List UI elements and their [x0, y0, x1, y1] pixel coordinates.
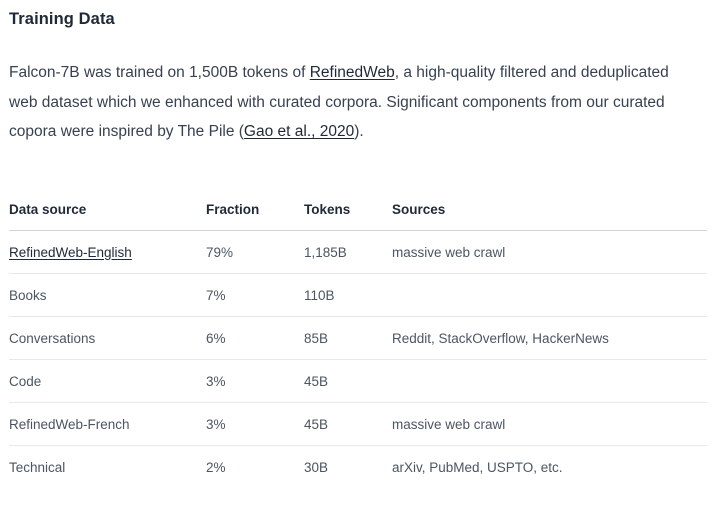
table-header-row: Data source Fraction Tokens Sources — [9, 188, 707, 231]
page: Training Data Falcon-7B was trained on 1… — [0, 0, 716, 517]
cell-fraction: 79% — [206, 230, 304, 274]
table-row: Technical 2% 30B arXiv, PubMed, USPTO, e… — [9, 446, 707, 489]
cell-sources: Reddit, StackOverflow, HackerNews — [392, 316, 707, 360]
citation-link[interactable]: Gao et al., 2020 — [244, 123, 354, 140]
section-title: Training Data — [9, 10, 115, 28]
table-row: Conversations 6% 85B Reddit, StackOverfl… — [9, 316, 707, 360]
table-row: RefinedWeb-English 79% 1,185B massive we… — [9, 230, 707, 274]
cell-tokens: 45B — [304, 402, 392, 446]
intro-paragraph: Falcon-7B was trained on 1,500B tokens o… — [9, 58, 699, 147]
cell-sources — [392, 359, 707, 403]
cell-sources: massive web crawl — [392, 402, 707, 446]
header-data-source: Data source — [9, 188, 206, 231]
cell-sources — [392, 273, 707, 317]
table-row: Code 3% 45B — [9, 359, 707, 403]
cell-fraction: 3% — [206, 402, 304, 446]
cell-source: RefinedWeb-French — [9, 402, 206, 446]
cell-sources: massive web crawl — [392, 230, 707, 274]
cell-tokens: 45B — [304, 359, 392, 403]
intro-text-1: Falcon-7B was trained on 1,500B tokens o… — [9, 64, 310, 81]
header-fraction: Fraction — [206, 188, 304, 231]
cell-fraction: 7% — [206, 273, 304, 317]
cell-tokens: 30B — [304, 459, 329, 475]
cell-source: Code — [9, 359, 206, 403]
cell-tokens: 85B — [304, 316, 392, 360]
refinedweb-english-link[interactable]: RefinedWeb-English — [9, 245, 132, 260]
intro-text-3: ). — [354, 123, 364, 140]
cell-tokens: 1,185B — [304, 230, 392, 274]
cell-tokens: 110B — [304, 273, 392, 317]
cell-fraction: 6% — [206, 316, 304, 360]
cell-fraction: 2% — [206, 459, 226, 475]
table-row: RefinedWeb-French 3% 45B massive web cra… — [9, 402, 707, 446]
header-tokens: Tokens — [304, 188, 392, 231]
cell-source: Technical — [9, 459, 66, 475]
header-sources: Sources — [392, 188, 707, 231]
cell-source: Books — [9, 273, 206, 317]
cell-sources: arXiv, PubMed, USPTO, etc. — [392, 459, 563, 475]
cell-source: Conversations — [9, 316, 206, 360]
training-data-table: Data source Fraction Tokens Sources Refi… — [9, 188, 707, 488]
refinedweb-link[interactable]: RefinedWeb — [310, 64, 395, 81]
cell-source: RefinedWeb-English — [9, 230, 206, 274]
table-row: Books 7% 110B — [9, 273, 707, 317]
cell-fraction: 3% — [206, 359, 304, 403]
